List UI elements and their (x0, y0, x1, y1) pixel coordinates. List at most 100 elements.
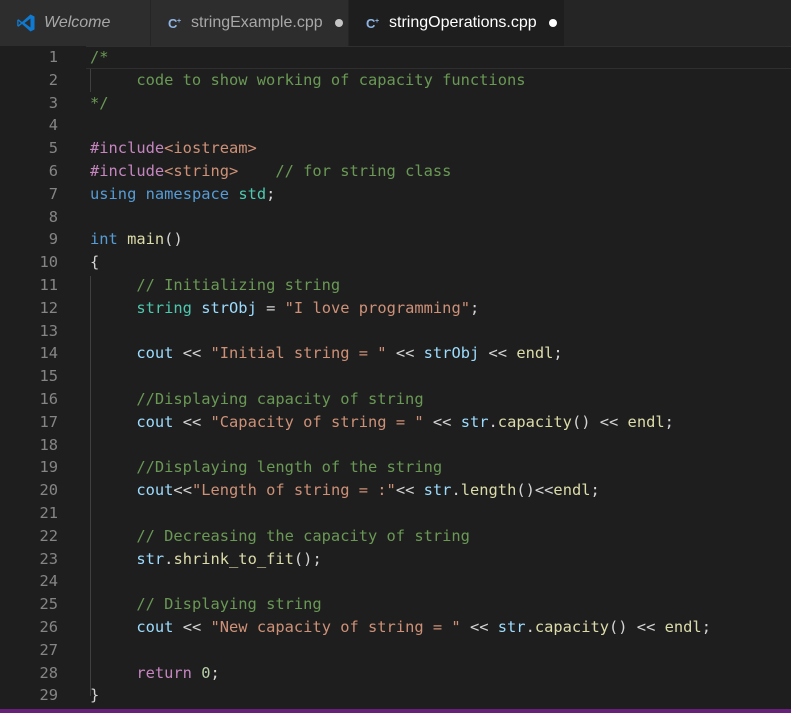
code-token: using (90, 184, 137, 203)
status-bar-edge (0, 709, 791, 713)
code-text: using namespace std; (90, 183, 275, 206)
code-line[interactable]: 29} (0, 684, 791, 707)
code-token: //Displaying capacity of string (136, 390, 424, 408)
code-text: // Displaying string (90, 593, 321, 616)
code-text: cout << "New capacity of string = " << s… (90, 616, 711, 639)
code-line[interactable]: 27 (0, 639, 791, 662)
code-line[interactable]: 13 (0, 320, 791, 343)
code-token: /* (90, 48, 109, 66)
line-number: 16 (39, 390, 58, 408)
code-token: #include (90, 139, 165, 158)
code-editor[interactable]: 1 /* 2 code to show working of capacity fu… (0, 46, 791, 711)
code-token: . (525, 618, 535, 636)
code-line[interactable]: 1 /* (0, 46, 791, 69)
unsaved-dot-icon[interactable] (548, 19, 557, 27)
code-line[interactable]: 2 code to show working of capacity funct… (0, 69, 791, 92)
code-token: << (173, 618, 211, 636)
code-text: //Displaying length of the string (90, 456, 442, 479)
line-number: 17 (39, 412, 58, 431)
code-line[interactable]: 12 string strObj = "I love programming"; (0, 297, 791, 320)
line-number: 9 (48, 230, 58, 249)
code-token: "Capacity of string = " (210, 412, 424, 431)
line-number: 27 (39, 640, 58, 659)
code-line[interactable]: 23 str.shrink_to_fit(); (0, 548, 791, 571)
unsaved-dot-icon[interactable] (334, 19, 343, 27)
code-line[interactable]: 28 return 0; (0, 662, 791, 685)
line-number: 5 (48, 139, 58, 158)
code-line[interactable]: 22 // Decreasing the capacity of string (0, 525, 791, 548)
line-number: 4 (48, 116, 58, 135)
code-line[interactable]: 21 (0, 502, 791, 525)
code-token: ; (590, 481, 600, 500)
code-token: << (173, 344, 211, 363)
code-token: // for string class (275, 162, 452, 180)
code-text: /* (90, 46, 109, 69)
line-number: 18 (39, 435, 58, 454)
code-line[interactable]: 9 int main() (0, 228, 791, 251)
code-text: // Decreasing the capacity of string (90, 525, 470, 548)
tab-label: stringOperations.cpp (389, 14, 537, 31)
tab-string-operations-cpp[interactable]: C + stringOperations.cpp (349, 0, 565, 46)
code-token: 0 (201, 663, 211, 682)
code-text: str.shrink_to_fit(); (90, 548, 321, 571)
code-line[interactable]: 7 using namespace std; (0, 183, 791, 206)
code-token: return (136, 663, 192, 682)
line-number: 13 (39, 321, 58, 340)
code-token: main (127, 230, 165, 249)
code-line[interactable]: 10 { (0, 251, 791, 274)
code-token: << (173, 481, 192, 500)
code-line[interactable]: 25 // Displaying string (0, 593, 791, 616)
code-token: cout (136, 618, 174, 636)
code-token: . (451, 481, 461, 500)
tab-welcome[interactable]: Welcome (0, 0, 151, 46)
line-number: 26 (39, 618, 58, 636)
code-line[interactable]: 16 //Displaying capacity of string (0, 388, 791, 411)
code-line[interactable]: 4 (0, 114, 791, 137)
code-text: #include<string> // for string class (90, 160, 451, 183)
code-token: std (238, 184, 267, 203)
svg-text:+: + (375, 18, 379, 25)
code-line[interactable]: 8 (0, 206, 791, 229)
code-line[interactable]: 15 (0, 365, 791, 388)
code-token: ; (210, 663, 220, 682)
tab-string-example-cpp[interactable]: C + stringExample.cpp (151, 0, 349, 46)
line-number: 6 (48, 162, 58, 180)
code-token: << (460, 618, 498, 636)
code-token: () (164, 230, 183, 249)
code-line[interactable]: 11 // Initializing string (0, 274, 791, 297)
code-text: } (90, 684, 99, 707)
code-token: () << (571, 412, 628, 431)
code-token: capacity (534, 618, 609, 636)
code-token: "I love programming" (284, 298, 470, 317)
code-line[interactable]: 5 #include<iostream> (0, 137, 791, 160)
code-text: #include<iostream> (90, 137, 257, 160)
code-token: cout (136, 412, 174, 431)
code-token: int (90, 230, 118, 249)
code-token: str (136, 549, 165, 568)
code-token: ; (664, 412, 674, 431)
code-text: cout << "Initial string = " << strObj <<… (90, 342, 562, 365)
code-line[interactable]: 6 #include<string> // for string class (0, 160, 791, 183)
cpp-file-icon: C + (365, 15, 381, 31)
code-token: ; (701, 618, 711, 636)
line-number: 1 (48, 48, 58, 66)
code-line[interactable]: 19 //Displaying length of the string (0, 456, 791, 479)
code-line[interactable]: 26 cout << "New capacity of string = " <… (0, 616, 791, 639)
code-line[interactable]: 24 (0, 570, 791, 593)
code-line[interactable]: 20 cout<<"Length of string = :"<< str.le… (0, 479, 791, 502)
code-line[interactable]: 18 (0, 434, 791, 457)
code-token: cout (136, 344, 174, 363)
code-line[interactable]: 3 */ (0, 92, 791, 115)
code-token: endl (553, 481, 591, 500)
line-number: 2 (48, 70, 58, 89)
line-number: 12 (39, 298, 58, 317)
code-line[interactable]: 17 cout << "Capacity of string = " << st… (0, 411, 791, 434)
code-line[interactable]: 14 cout << "Initial string = " << strObj… (0, 342, 791, 365)
